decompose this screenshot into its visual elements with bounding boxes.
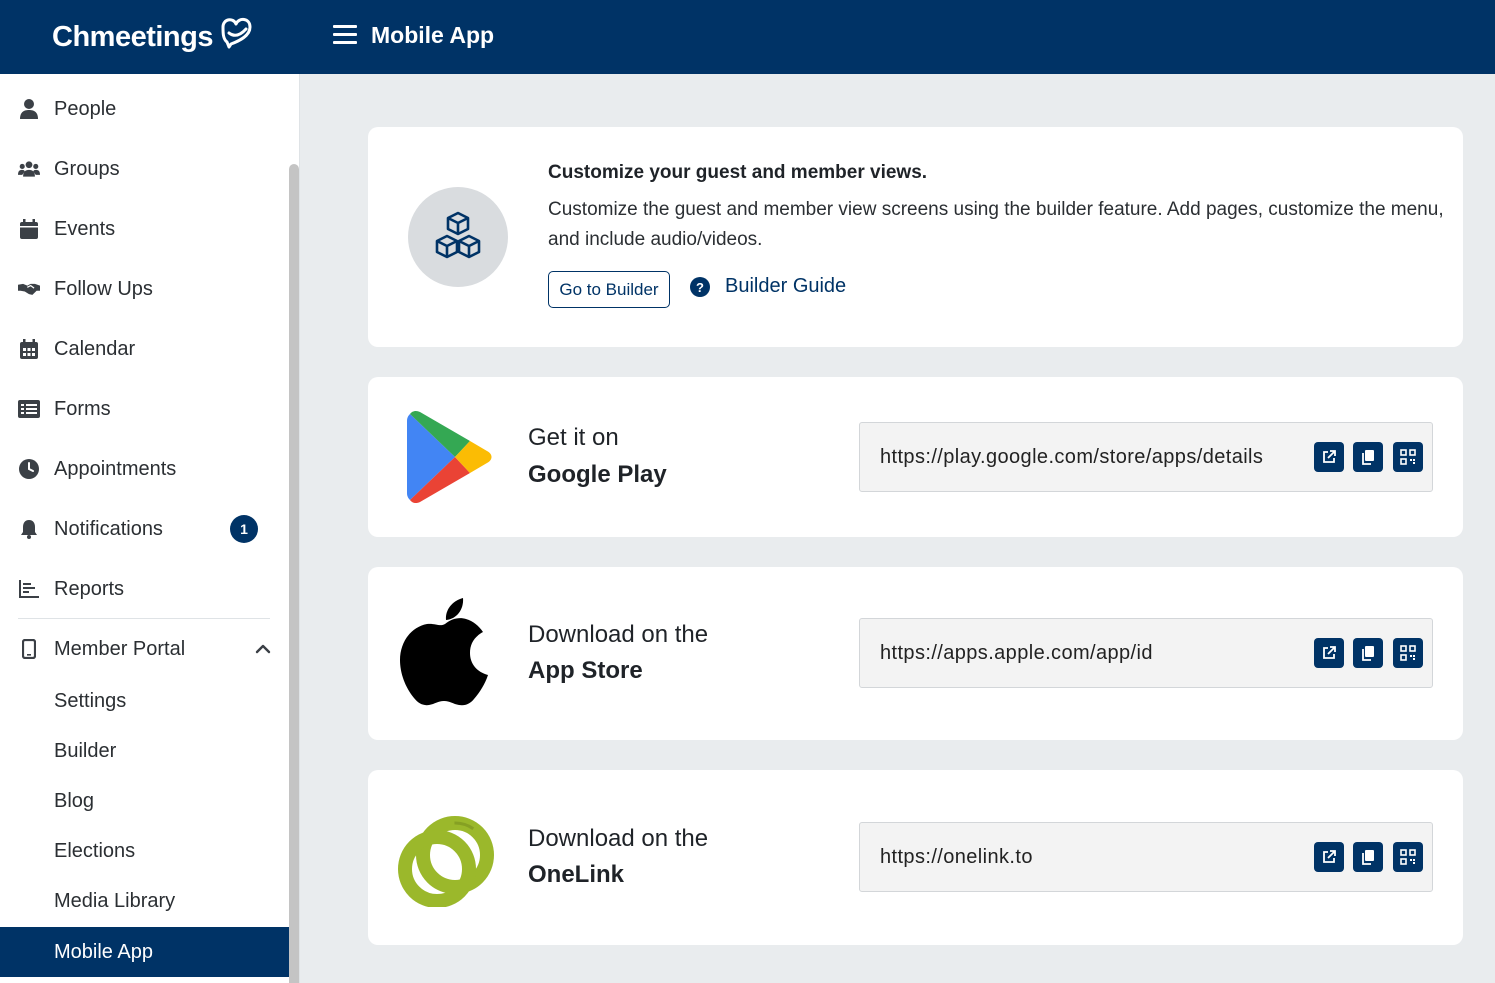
logo[interactable]: Chmeetings: [52, 16, 255, 58]
bell-icon: [18, 518, 40, 540]
sidebar-item-label: Follow Ups: [54, 277, 153, 300]
store-line1: Get it on: [528, 424, 619, 451]
top-bar: Chmeetings Mobile App: [0, 0, 1495, 74]
sidebar-item-label: Events: [54, 217, 116, 240]
notification-count-badge: 1: [230, 515, 258, 543]
sidebar-subitem-elections[interactable]: Elections: [0, 826, 289, 876]
go-to-builder-button[interactable]: Go to Builder: [548, 271, 670, 308]
sidebar-item-groups[interactable]: Groups: [0, 139, 289, 199]
url-text: https://play.google.com/store/apps/detai…: [880, 445, 1264, 468]
sidebar-subitem-label: Media Library: [54, 889, 176, 912]
builder-card-description: Customize the guest and member view scre…: [548, 199, 1444, 250]
logo-text: Chmeetings: [52, 20, 213, 53]
sidebar-item-label: Forms: [54, 397, 111, 420]
mobile-icon: [18, 638, 40, 660]
clock-icon: [18, 458, 40, 480]
sidebar-item-calendar[interactable]: Calendar: [0, 319, 289, 379]
sidebar-subitem-blog[interactable]: Blog: [0, 776, 289, 826]
copy-icon[interactable]: [1353, 638, 1383, 668]
store-line1: Download on the: [528, 825, 709, 852]
sidebar-item-label: Member Portal: [54, 637, 186, 660]
builder-card-title: Customize your guest and member views.: [548, 162, 928, 183]
sidebar-item-events[interactable]: Events: [0, 199, 289, 259]
sidebar-subitem-label: Elections: [54, 839, 136, 862]
sidebar-item-reports[interactable]: Reports: [0, 559, 289, 619]
google-play-icon: [407, 410, 492, 504]
sidebar-item-notifications[interactable]: Notifications 1: [0, 499, 289, 559]
onelink-url-field[interactable]: https://onelink.to: [859, 822, 1433, 892]
sidebar-item-label: Groups: [54, 157, 120, 180]
google-play-url-field[interactable]: https://play.google.com/store/apps/detai…: [859, 422, 1433, 492]
url-text: https://apps.apple.com/app/id: [880, 641, 1153, 664]
sidebar-subitem-label: Mobile App: [54, 940, 153, 963]
sidebar-item-label: Notifications: [54, 517, 163, 540]
sidebar-item-label: Appointments: [54, 457, 177, 480]
store-name: OneLink: [528, 861, 625, 888]
sidebar-item-forms[interactable]: Forms: [0, 379, 289, 439]
cubes-icon: [408, 187, 508, 287]
builder-guide-link[interactable]: Builder Guide: [725, 275, 846, 298]
sidebar-subitem-label: Settings: [54, 689, 127, 712]
qr-code-icon[interactable]: [1393, 638, 1423, 668]
qr-code-icon[interactable]: [1393, 842, 1423, 872]
menu-toggle-icon[interactable]: [333, 25, 357, 47]
sidebar-subitem-label: Blog: [54, 789, 95, 812]
url-text: https://onelink.to: [880, 845, 1033, 868]
logo-heart-icon: [221, 18, 252, 49]
sidebar-item-label: Reports: [54, 577, 125, 600]
sidebar-item-appointments[interactable]: Appointments: [0, 439, 289, 499]
open-link-icon[interactable]: [1314, 638, 1344, 668]
store-line1: Download on the: [528, 621, 709, 648]
copy-icon[interactable]: [1353, 442, 1383, 472]
sidebar-item-label: Calendar: [54, 337, 136, 360]
calendar-icon: [18, 218, 40, 240]
sidebar-subitem-builder[interactable]: Builder: [0, 726, 289, 776]
sidebar-item-follow-ups[interactable]: Follow Ups: [0, 259, 289, 319]
list-icon: [18, 398, 40, 420]
sidebar: People Groups Events Follow Ups Calendar…: [0, 74, 300, 983]
store-name: Google Play: [528, 461, 667, 488]
sidebar-scrollbar[interactable]: [289, 164, 299, 983]
handshake-icon: [18, 278, 40, 300]
person-icon: [18, 98, 40, 120]
apple-icon: [400, 598, 488, 706]
bar-chart-icon: [18, 578, 40, 600]
open-link-icon[interactable]: [1314, 442, 1344, 472]
copy-icon[interactable]: [1353, 842, 1383, 872]
qr-code-icon[interactable]: [1393, 442, 1423, 472]
sidebar-subitem-settings[interactable]: Settings: [0, 676, 289, 726]
app-store-url-field[interactable]: https://apps.apple.com/app/id: [859, 618, 1433, 688]
calendar-grid-icon: [18, 338, 40, 360]
open-link-icon[interactable]: [1314, 842, 1344, 872]
page-title: Mobile App: [371, 22, 495, 48]
sidebar-subitem-media-library[interactable]: Media Library: [0, 876, 289, 926]
question-icon[interactable]: ?: [690, 277, 710, 297]
sidebar-item-people[interactable]: People: [0, 79, 289, 139]
sidebar-subitem-label: Builder: [54, 739, 117, 762]
sidebar-subitem-mobile-app[interactable]: Mobile App: [0, 927, 289, 977]
onelink-icon: [398, 816, 494, 907]
store-name: App Store: [528, 657, 643, 684]
sidebar-item-member-portal[interactable]: Member Portal: [0, 619, 289, 679]
chevron-up-icon[interactable]: [255, 619, 271, 679]
users-icon: [18, 158, 40, 180]
sidebar-item-label: People: [54, 97, 117, 120]
